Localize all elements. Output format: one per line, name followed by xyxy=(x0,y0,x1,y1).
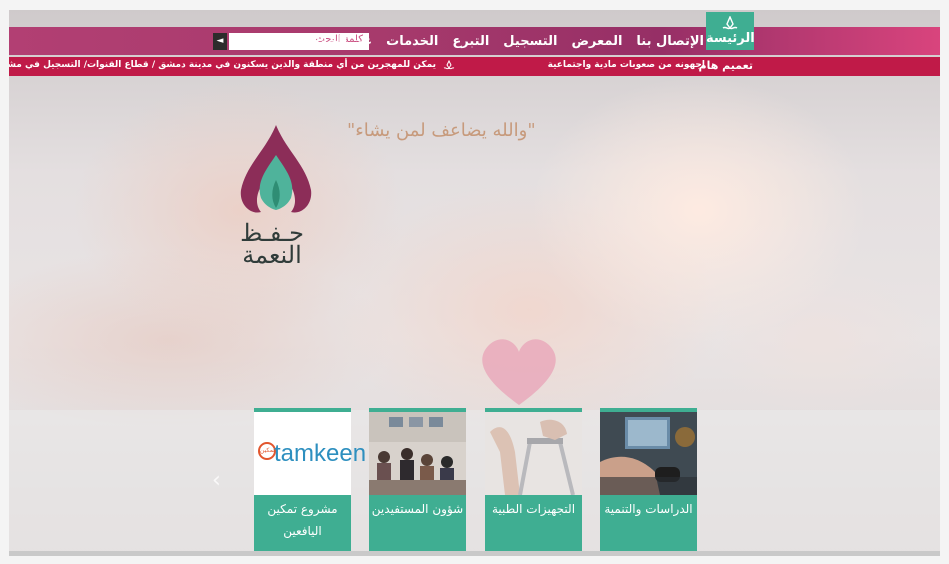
nav-item-contact[interactable]: الإتصال بنا xyxy=(636,34,704,49)
card-label: شؤون المستفيدين xyxy=(371,502,464,516)
logo-text: حـفـظ النعمة xyxy=(227,221,317,269)
search-submit-button[interactable]: ◄ xyxy=(213,33,227,50)
card-medical-equipment[interactable]: التجهيزات الطبية xyxy=(485,408,582,552)
studies-photo xyxy=(600,412,697,495)
medical-equipment-photo xyxy=(485,412,582,495)
nav-item-donate[interactable]: التبرع xyxy=(452,34,489,49)
carousel-prev-arrow[interactable]: ‹ xyxy=(212,468,221,493)
card-tamkeen[interactable]: تمكين tamkeen مشروع تمكين اليافعين xyxy=(254,408,366,552)
ticker-text-right[interactable]: اجهونه من صعوبات مادية واجتماعية xyxy=(548,60,705,70)
hero-quote: "والله يضاعف لمن يشاء" xyxy=(347,120,536,141)
heart-decoration xyxy=(482,339,556,405)
ticker-title: تعميم هام xyxy=(698,59,753,72)
main-nav: ◄ كلمة البحث عن الجمعية الخدمات التبرع ا… xyxy=(9,27,940,55)
home-logo-icon xyxy=(722,16,738,30)
card-studies[interactable]: الدراسات والتنمية xyxy=(600,408,697,552)
tamkeen-wordmark: tamkeen xyxy=(274,440,367,467)
nav-item-services[interactable]: الخدمات xyxy=(386,34,438,49)
nav-home-label: الرئيسة xyxy=(706,31,755,46)
nav-item-home[interactable]: الرئيسة xyxy=(706,12,755,50)
horizontal-scrollbar[interactable] xyxy=(9,551,940,556)
card-label: الدراسات والتنمية xyxy=(604,502,693,516)
news-ticker: تعميم هام اجهونه من صعوبات مادية واجتماع… xyxy=(9,57,940,76)
nav-item-register[interactable]: التسجيل xyxy=(503,34,557,49)
cards-band xyxy=(9,410,940,556)
card-label: التجهيزات الطبية xyxy=(491,502,576,516)
logo-line2: النعمة xyxy=(242,241,302,269)
nav-item-gallery[interactable]: المعرض xyxy=(571,34,622,49)
ticker-text-left[interactable]: يمكن للمهجرين من أي منطقة والذين يسكنون … xyxy=(9,60,436,70)
card-beneficiaries[interactable]: شؤون المستفيدين xyxy=(369,408,466,552)
card-label: مشروع تمكين اليافعين xyxy=(267,502,338,538)
tamkeen-logo-image: تمكين tamkeen xyxy=(254,412,366,495)
nav-item-about[interactable]: عن الجمعية xyxy=(299,34,372,49)
nav-items: عن الجمعية الخدمات التبرع التسجيل المعرض… xyxy=(299,27,704,55)
ticker-logo-icon xyxy=(443,60,455,70)
beneficiaries-photo xyxy=(369,412,466,495)
page-frame: ◄ كلمة البحث عن الجمعية الخدمات التبرع ا… xyxy=(9,10,940,556)
